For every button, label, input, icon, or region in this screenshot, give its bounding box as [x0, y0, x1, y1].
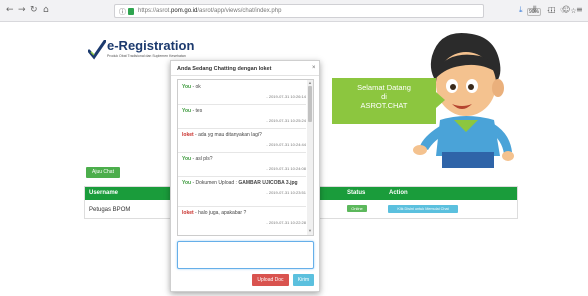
message-sender: You [182, 108, 192, 114]
message-text: tes [195, 108, 203, 114]
row-username: Petugas BPOM [89, 207, 131, 213]
message-text: halo juga, apakabar ? [198, 210, 247, 216]
document-link[interactable]: GAMBAR UJICOBA 3.jpg [238, 180, 297, 186]
chat-modal-header: Anda Sedang Chatting dengan loket × [171, 61, 319, 76]
app-title: e-Registration [107, 38, 195, 53]
extension-icon[interactable]: ☺ [562, 5, 570, 14]
message-text: asl pls? [195, 156, 213, 162]
message-text: ok [195, 84, 201, 90]
menu-icon[interactable]: ≡ [576, 5, 583, 14]
message-time: - 2019-07-31 10:26:14 [266, 94, 306, 99]
chat-message: You - tes - 2019-07-31 10:25:24 [182, 108, 306, 123]
message-sender: loket [182, 132, 194, 138]
message-divider [178, 128, 306, 129]
start-chat-link-button[interactable]: Klik Disini untuk Memulai Chat [388, 205, 458, 213]
chat-message: loket - halo juga, apakabar ? - 2019-07-… [182, 210, 306, 225]
chat-modal: Anda Sedang Chatting dengan loket × You … [170, 60, 320, 292]
sidebar-icon[interactable]: ◫ [548, 5, 556, 14]
scroll-down-icon[interactable]: ▼ [308, 228, 312, 233]
welcome-line-1: Selamat Datang [357, 83, 411, 92]
close-icon[interactable]: × [312, 65, 316, 71]
home-icon[interactable]: ⌂ [43, 5, 49, 15]
chat-message: You - Dokumen Upload : GAMBAR UJICOBA 3.… [182, 180, 306, 195]
address-bar[interactable]: ⓘ https://asrot.pom.go.id/asrot/app/view… [114, 4, 577, 18]
message-sender: You [182, 180, 192, 186]
chat-message: You - asl pls? - 2019-07-31 10:24:08 [182, 156, 306, 171]
url-text[interactable]: https://asrot.pom.go.id/asrot/app/views/… [138, 8, 281, 14]
scroll-up-icon[interactable]: ▲ [308, 80, 312, 85]
download-icon[interactable]: ⤓ [519, 5, 523, 15]
welcome-banner: Selamat Datang di ASROT.CHAT [332, 78, 445, 124]
message-divider [178, 104, 306, 105]
column-status: Status [347, 190, 366, 196]
browser-toolbar: ← → ↻ ⌂ ⓘ https://asrot.pom.go.id/asrot/… [0, 0, 588, 22]
chat-message: You - ok - 2019-07-31 10:26:14 [182, 84, 306, 99]
welcome-line-3: ASROT.CHAT [360, 101, 408, 110]
message-time: - 2019-07-31 10:24:08 [266, 166, 306, 171]
message-divider [178, 206, 306, 207]
forward-icon[interactable]: → [18, 5, 26, 15]
message-sender: You [182, 156, 192, 162]
column-action: Action [389, 190, 408, 196]
message-text: Dokumen Upload : [195, 180, 239, 186]
message-divider [178, 152, 306, 153]
back-icon[interactable]: ← [6, 5, 14, 15]
message-time: - 2019-07-31 10:25:24 [266, 118, 306, 123]
reload-icon[interactable]: ↻ [30, 5, 38, 15]
chat-message: loket - ada yg mau ditanyakan lagi? - 20… [182, 132, 306, 147]
chat-messages[interactable]: You - ok - 2019-07-31 10:26:14 You - tes… [177, 79, 314, 236]
library-icon[interactable]: ⫼ [533, 5, 537, 15]
message-time: - 2019-07-31 10:23:51 [266, 190, 306, 195]
welcome-line-2: di [381, 92, 387, 101]
app-subtitle: Produk Obat Tradisional dan Suplemen Kes… [107, 54, 186, 58]
status-badge: Online [347, 205, 367, 212]
message-sender: You [182, 84, 192, 90]
chat-scrollbar-thumb[interactable] [308, 86, 312, 122]
message-time: - 2019-07-31 10:22:28 [266, 220, 306, 225]
check-logo-icon [88, 40, 106, 60]
send-button[interactable]: Kirim [293, 274, 314, 286]
column-username: Username [89, 190, 119, 196]
info-icon[interactable]: ⓘ [119, 7, 126, 17]
message-divider [178, 176, 306, 177]
message-sender: loket [182, 210, 194, 216]
chat-title: Anda Sedang Chatting dengan loket [177, 66, 272, 72]
message-text: ada yg mau ditanyakan lagi? [198, 132, 262, 138]
lock-icon [128, 8, 134, 15]
message-time: - 2019-07-31 10:24:44 [266, 142, 306, 147]
start-chat-button[interactable]: Ajuu Chat [86, 167, 120, 178]
message-input[interactable] [177, 241, 314, 269]
upload-doc-button[interactable]: Upload Doc [252, 274, 289, 286]
